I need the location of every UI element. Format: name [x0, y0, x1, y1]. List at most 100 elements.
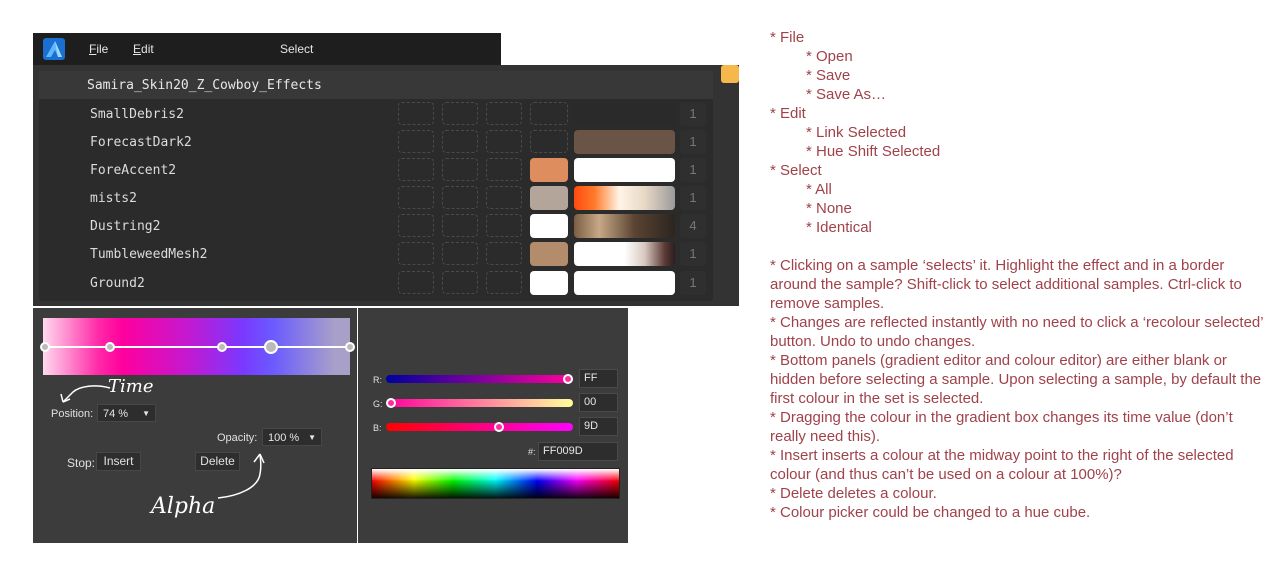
stop-label: Stop: [67, 456, 96, 470]
gradient-stop[interactable] [345, 342, 355, 352]
note-save-as: * Save As… [806, 86, 887, 103]
chevron-down-icon: ▼ [308, 433, 316, 442]
effect-row-foreaccent2[interactable]: ForeAccent2 1 [33, 157, 739, 185]
sample-count: 1 [680, 271, 706, 295]
empty-sample-slot[interactable] [486, 214, 522, 237]
note-paragraph: * Changes are reflected instantly with n… [770, 314, 1264, 350]
empty-sample-slot[interactable] [398, 271, 434, 294]
note-paragraph: * Delete deletes a colour. [770, 485, 937, 502]
sample-count: 1 [680, 158, 706, 182]
note-paragraph: * Bottom panels (gradient editor and col… [770, 352, 1262, 407]
empty-sample-slot[interactable] [398, 130, 434, 153]
gradient-sample[interactable] [574, 130, 675, 154]
empty-sample-slot[interactable] [398, 102, 434, 125]
empty-sample-slot[interactable] [486, 102, 522, 125]
empty-sample-slot[interactable] [398, 186, 434, 209]
note-none: * None [806, 200, 852, 217]
opacity-dropdown[interactable]: 100 % ▼ [262, 428, 322, 446]
note-paragraph: * Dragging the colour in the gradient bo… [770, 409, 1233, 445]
gradient-sample[interactable] [574, 271, 675, 295]
effect-name: Dustring2 [90, 219, 161, 234]
empty-sample-slot[interactable] [442, 214, 478, 237]
colour-picker-spectrum[interactable] [371, 468, 620, 499]
note-paragraph: * Clicking on a sample ‘selects’ it. Hig… [770, 257, 1242, 312]
effect-color-tag[interactable] [721, 65, 739, 83]
gradient-sample[interactable] [574, 102, 675, 126]
empty-sample-slot[interactable] [486, 242, 522, 265]
insert-button[interactable]: Insert [96, 452, 141, 471]
time-arrow-annotation [60, 385, 111, 403]
gradient-track [45, 346, 350, 348]
menu-file[interactable]: File [89, 42, 108, 56]
design-notes: * File * Open * Save * Save As… * Edit *… [770, 28, 1270, 522]
color-sample[interactable] [530, 271, 568, 295]
gradient-stop[interactable] [105, 342, 115, 352]
empty-sample-slot[interactable] [442, 271, 478, 294]
hex-label: #: [528, 447, 536, 457]
empty-sample-slot[interactable] [442, 102, 478, 125]
b-value-field[interactable]: 9D [579, 417, 618, 436]
menu-edit[interactable]: Edit [133, 42, 154, 56]
effect-row-forecastdark2[interactable]: ForecastDark2 1 [33, 129, 739, 157]
chevron-down-icon: ▼ [142, 409, 150, 418]
note-identical: * Identical [806, 219, 872, 236]
effect-name: TumbleweedMesh2 [90, 247, 208, 262]
r-slider-handle[interactable] [563, 374, 573, 384]
note-link-selected: * Link Selected [806, 124, 907, 141]
note-hue-shift: * Hue Shift Selected [806, 143, 941, 160]
empty-sample-slot[interactable] [442, 242, 478, 265]
r-value-field[interactable]: FF [579, 369, 618, 388]
color-sample[interactable] [530, 214, 568, 238]
alpha-annotation: Alpha [151, 494, 216, 519]
g-slider-handle[interactable] [386, 398, 396, 408]
effect-row-smalldebris2[interactable]: SmallDebris2 1 [33, 101, 739, 129]
empty-sample-slot[interactable] [530, 130, 568, 153]
effect-row-mists2[interactable]: mists2 1 [33, 185, 739, 213]
gradient-stop[interactable] [40, 342, 50, 352]
gradient-sample[interactable] [574, 158, 675, 182]
effect-name: mists2 [90, 191, 137, 206]
gradient-sample[interactable] [574, 186, 675, 210]
b-slider[interactable] [386, 423, 573, 431]
app-logo-icon [43, 38, 65, 60]
effect-row-dustring2[interactable]: Dustring2 4 [33, 213, 739, 241]
effects-panel: Samira_Skin20_Z_Cowboy_Effects SmallDebr… [33, 65, 739, 306]
note-edit: * Edit [770, 105, 806, 122]
gradient-sample[interactable] [574, 214, 675, 238]
gradient-sample[interactable] [574, 242, 675, 266]
empty-sample-slot[interactable] [442, 130, 478, 153]
empty-sample-slot[interactable] [486, 186, 522, 209]
g-value-field[interactable]: 00 [579, 393, 618, 412]
color-sample[interactable] [530, 158, 568, 182]
note-select: * Select [770, 162, 822, 179]
empty-sample-slot[interactable] [530, 102, 568, 125]
note-paragraph: * Colour picker could be changed to a hu… [770, 504, 1091, 521]
empty-sample-slot[interactable] [442, 186, 478, 209]
color-sample[interactable] [530, 186, 568, 210]
empty-sample-slot[interactable] [398, 158, 434, 181]
empty-sample-slot[interactable] [442, 158, 478, 181]
empty-sample-slot[interactable] [398, 242, 434, 265]
note-file: * File [770, 29, 805, 46]
r-slider[interactable] [386, 375, 573, 383]
hex-value-field[interactable]: FF009D [538, 442, 618, 461]
empty-sample-slot[interactable] [486, 158, 522, 181]
effect-name: ForecastDark2 [90, 135, 192, 150]
time-annotation: Time [108, 376, 154, 397]
menu-select[interactable]: Select [280, 42, 313, 56]
title-bar: File Edit Select [33, 33, 501, 65]
gradient-stop-selected[interactable] [264, 340, 278, 354]
b-slider-handle[interactable] [494, 422, 504, 432]
effect-row-tumbleweedmesh2[interactable]: TumbleweedMesh2 1 [33, 241, 739, 269]
effect-row-ground2[interactable]: Ground2 1 [33, 270, 739, 298]
empty-sample-slot[interactable] [398, 214, 434, 237]
empty-sample-slot[interactable] [486, 130, 522, 153]
gradient-stop[interactable] [217, 342, 227, 352]
position-dropdown[interactable]: 74 % ▼ [97, 404, 156, 422]
color-sample[interactable] [530, 242, 568, 266]
r-label: R: [373, 375, 382, 385]
empty-sample-slot[interactable] [486, 271, 522, 294]
g-slider[interactable] [386, 399, 573, 407]
b-label: B: [373, 423, 382, 433]
note-open: * Open [806, 48, 853, 65]
